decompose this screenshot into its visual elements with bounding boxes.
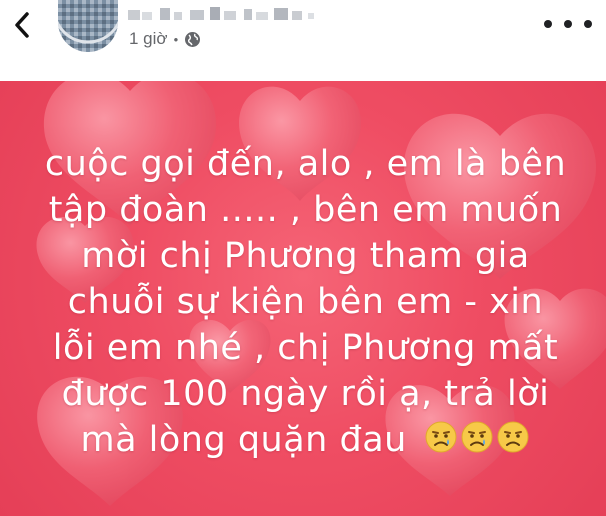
post-background[interactable]: cuộc gọi đến, alo , em là bên tập đoàn .…	[0, 81, 606, 516]
blurred-name-graphic	[128, 7, 314, 20]
sad-crying-face-emoji	[497, 421, 529, 453]
post-text-line: tập đoàn ..... , bên em muốn	[48, 190, 563, 230]
emoji-row	[424, 420, 530, 454]
post-text-line: chuỗi sự kiện bên em - xin	[67, 282, 544, 322]
chevron-left-icon	[15, 12, 29, 38]
post-header: 1 giờ •	[0, 0, 606, 80]
back-button[interactable]	[8, 10, 36, 40]
more-horizontal-icon	[584, 20, 592, 28]
author-name-blurred[interactable]	[128, 4, 348, 24]
avatar[interactable]	[58, 0, 118, 52]
sad-crying-face-emoji	[425, 421, 457, 453]
post-meta: 1 giờ •	[129, 29, 201, 49]
post-text-line: cuộc gọi đến, alo , em là bên	[44, 144, 567, 184]
post-text-line: mà lòng quặn đau	[80, 420, 407, 460]
post-text-line: mời chị Phương tham gia	[81, 236, 530, 276]
post-timestamp[interactable]: 1 giờ	[129, 29, 168, 49]
separator-dot: •	[173, 31, 179, 47]
post-text-line: lỗi em nhé , chị Phương mất	[52, 328, 559, 368]
post-text-line: được 100 ngày rồi ạ, trả lời	[61, 374, 550, 414]
more-horizontal-icon	[544, 20, 552, 28]
more-options-button[interactable]	[544, 12, 592, 36]
globe-icon[interactable]	[184, 31, 201, 48]
post-text-last-line: mà lòng quặn đau	[18, 417, 593, 463]
post-text: cuộc gọi đến, alo , em là bên tập đoàn .…	[18, 141, 593, 463]
sad-crying-face-emoji	[461, 421, 493, 453]
more-horizontal-icon	[564, 20, 572, 28]
